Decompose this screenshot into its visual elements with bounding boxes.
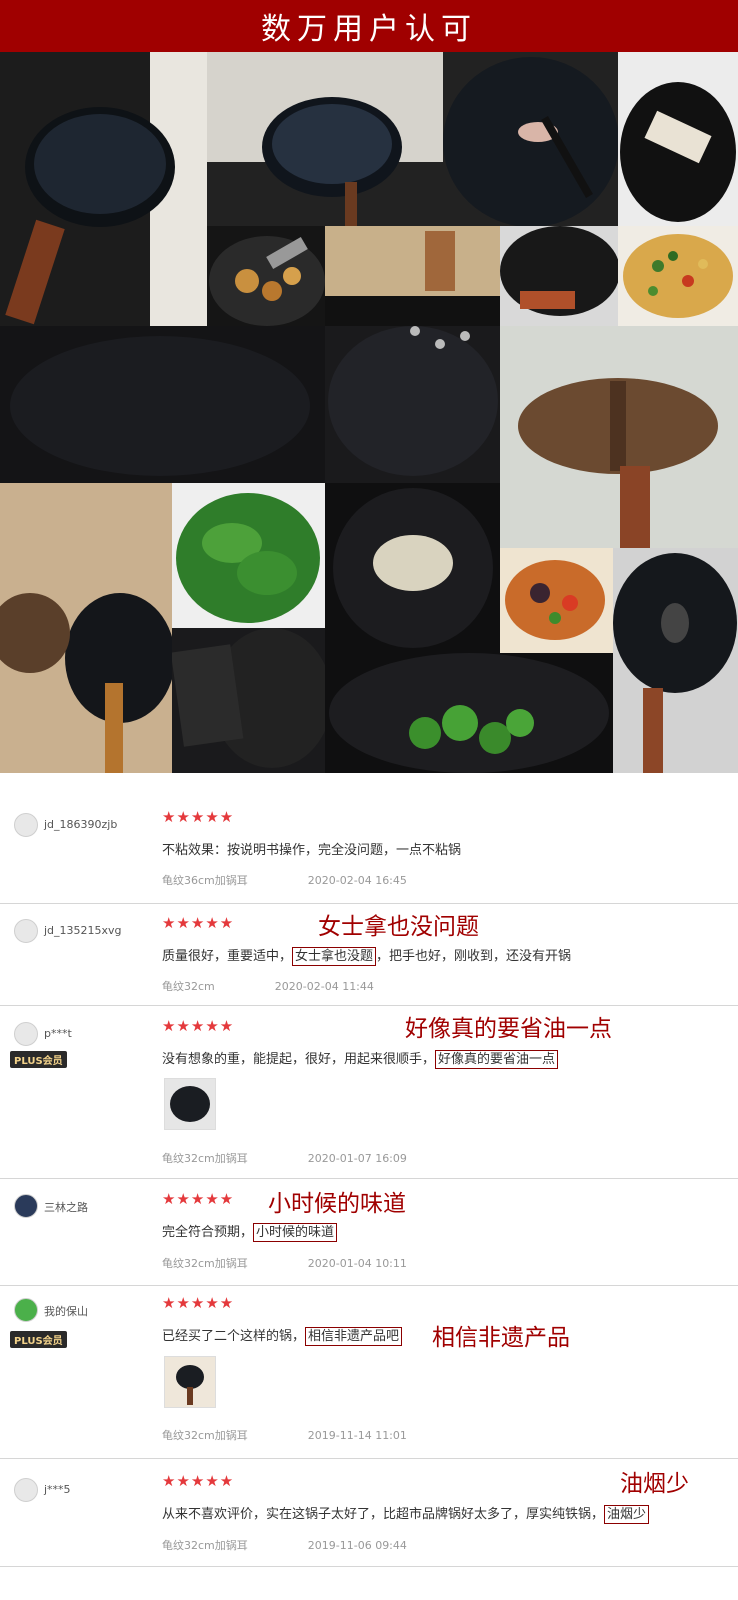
highlighted-phrase: 油烟少 <box>604 1505 650 1524</box>
avatar <box>14 1194 38 1218</box>
product-spec: 龟纹32cm <box>162 980 215 993</box>
rating-stars: ★★★★★ <box>162 1017 235 1035</box>
product-spec: 龟纹32cm加锅耳 <box>162 1429 248 1442</box>
review-item: j***5 ★★★★★ 油烟少 从来不喜欢评价，实在这锅子太好了，比超市品牌锅好… <box>0 1458 738 1567</box>
annotation-callout: 小时候的味道 <box>268 1191 406 1217</box>
annotation-callout: 好像真的要省油一点 <box>405 1016 612 1042</box>
photo-wok-wooden-lid <box>500 326 738 548</box>
rating-stars: ★★★★★ <box>162 808 235 826</box>
rating-stars: ★★★★★ <box>162 1472 235 1490</box>
annotation-callout: 相信非遗产品 <box>432 1325 570 1351</box>
review-item: jd_135215xvg ★★★★★ 女士拿也没问题 质量很好，重要适中， 女士拿… <box>0 903 738 1006</box>
review-item: 我的保山 PLUS会员 ★★★★★ 已经买了二个这样的锅， 相信非遗产品吧 相信非… <box>0 1285 738 1459</box>
review-meta: 龟纹36cm加锅耳 2020-02-04 16:45 <box>162 872 407 888</box>
review-date: 2020-01-04 10:11 <box>307 1257 407 1270</box>
photo-eggplant-dish <box>500 548 613 653</box>
avatar <box>14 813 38 837</box>
photo-wok-and-ladle-box <box>0 483 172 773</box>
review-meta: 龟纹32cm加锅耳 2019-11-14 11:01 <box>162 1427 407 1443</box>
review-date: 2019-11-06 09:44 <box>307 1539 407 1552</box>
banner-title: 数万用户认可 <box>261 12 477 47</box>
photo-cabbage-in-wok <box>325 483 500 653</box>
highlighted-phrase: 相信非遗产品吧 <box>305 1327 403 1346</box>
review-item: jd_186390zjb ★★★★★ 不粘效果：按说明书操作，完全没问题，一点不… <box>0 793 738 904</box>
product-spec: 龟纹32cm加锅耳 <box>162 1152 248 1165</box>
highlighted-phrase: 小时候的味道 <box>253 1223 338 1242</box>
plus-member-badge: PLUS会员 <box>10 1331 67 1348</box>
username: jd_186390zjb <box>44 818 118 831</box>
username: 三林之路 <box>44 1201 88 1214</box>
review-item: 三林之路 ★★★★★ 小时候的味道 完全符合预期， 小时候的味道 龟纹32cm加锅… <box>0 1178 738 1286</box>
photo-pan-surface-closeup <box>0 326 325 483</box>
username: p***t <box>44 1027 72 1040</box>
photo-wok-gas-stove <box>207 52 443 226</box>
review-text: 已经买了二个这样的锅， 相信非遗产品吧 <box>162 1325 403 1346</box>
photo-stir-fry-dish <box>618 226 738 326</box>
highlighted-phrase: 女士拿也没题 <box>292 947 377 966</box>
photo-wok-on-stove <box>0 52 207 326</box>
review-meta: 龟纹32cm加锅耳 2020-01-04 10:11 <box>162 1255 407 1271</box>
avatar <box>14 1022 38 1046</box>
review-text: 不粘效果：按说明书操作，完全没问题，一点不粘锅 <box>162 843 462 858</box>
review-item: p***t PLUS会员 ★★★★★ 好像真的要省油一点 没有想象的重，能提起，… <box>0 1005 738 1179</box>
review-meta: 龟纹32cm 2020-02-04 11:44 <box>162 978 374 994</box>
review-photo-thumbnail[interactable] <box>164 1078 216 1130</box>
review-date: 2020-01-07 16:09 <box>307 1152 407 1165</box>
photo-wok-with-booklet <box>172 628 325 773</box>
avatar <box>14 1478 38 1502</box>
photo-green-vegetables <box>172 483 325 628</box>
photo-wok-rivets <box>325 326 500 483</box>
banner: 数万用户认可 <box>0 0 738 52</box>
annotation-callout: 油烟少 <box>620 1471 689 1497</box>
rating-stars: ★★★★★ <box>162 914 235 932</box>
product-spec: 龟纹36cm加锅耳 <box>162 874 248 887</box>
review-date: 2020-02-04 11:44 <box>274 980 374 993</box>
product-spec: 龟纹32cm加锅耳 <box>162 1539 248 1552</box>
review-date: 2019-11-14 11:01 <box>307 1429 407 1442</box>
review-text: 质量很好，重要适中， 女士拿也没题 ，把手也好，刚收到，还没有开锅 <box>162 947 572 966</box>
review-text: 从来不喜欢评价，实在这锅子太好了，比超市品牌锅好太多了，厚实纯铁锅， 油烟少 <box>162 1503 650 1524</box>
photo-wok-in-box <box>325 226 500 326</box>
plus-member-badge: PLUS会员 <box>10 1051 67 1068</box>
highlighted-phrase: 好像真的要省油一点 <box>435 1050 559 1069</box>
avatar <box>14 919 38 943</box>
username: j***5 <box>44 1483 71 1496</box>
annotation-callout: 女士拿也没问题 <box>318 914 479 940</box>
avatar <box>14 1298 38 1322</box>
photo-wok-with-spatula <box>443 52 618 226</box>
photo-wok-with-manual <box>618 52 738 226</box>
photo-broccoli-in-wok <box>325 653 613 773</box>
rating-stars: ★★★★★ <box>162 1294 235 1312</box>
username: jd_135215xvg <box>44 924 122 937</box>
review-text: 没有想象的重，能提起，很好，用起来很顺手， 好像真的要省油一点 <box>162 1048 559 1069</box>
photo-cooking-chicken <box>207 226 325 326</box>
review-meta: 龟纹32cm加锅耳 2019-11-06 09:44 <box>162 1537 407 1553</box>
review-date: 2020-02-04 16:45 <box>307 874 407 887</box>
review-text: 完全符合预期， 小时候的味道 <box>162 1221 338 1242</box>
rating-stars: ★★★★★ <box>162 1190 235 1208</box>
username: 我的保山 <box>44 1305 88 1318</box>
photo-wok-with-spoon <box>613 548 738 773</box>
photo-wok-handle <box>500 226 618 326</box>
review-meta: 龟纹32cm加锅耳 2020-01-07 16:09 <box>162 1150 407 1166</box>
review-photo-thumbnail[interactable] <box>164 1356 216 1408</box>
product-spec: 龟纹32cm加锅耳 <box>162 1257 248 1270</box>
